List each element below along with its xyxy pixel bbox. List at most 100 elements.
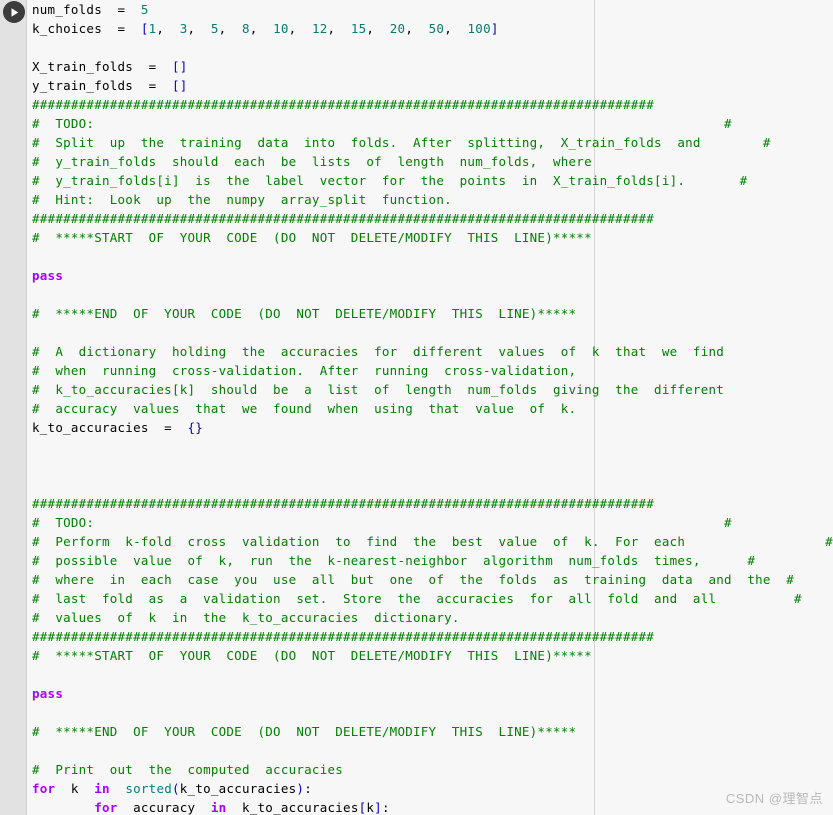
- code-line: X_train_folds = []: [32, 57, 833, 76]
- code-token: # Perform k-fold cross validation to fin…: [32, 534, 833, 549]
- code-token: ,: [444, 21, 468, 36]
- code-token: accuracy: [117, 800, 211, 815]
- code-line: [32, 323, 833, 342]
- code-token: k_to_accuracies: [179, 781, 297, 796]
- code-line: [32, 741, 833, 760]
- code-token: for: [94, 800, 118, 815]
- play-icon: [11, 7, 18, 17]
- code-line: ########################################…: [32, 209, 833, 228]
- code-line: # Hint: Look up the numpy array_split fu…: [32, 190, 833, 209]
- code-line: y_train_folds = []: [32, 76, 833, 95]
- code-token: 10: [273, 21, 289, 36]
- code-token: 5: [140, 2, 149, 17]
- code-token: # when running cross-validation. After r…: [32, 363, 577, 378]
- code-token: # accuracy values that we found when usi…: [32, 401, 577, 416]
- code-line: # TODO: #: [32, 114, 833, 133]
- code-token: [: [140, 21, 149, 36]
- code-line: ########################################…: [32, 494, 833, 513]
- code-token: # *****START OF YOUR CODE (DO NOT DELETE…: [32, 230, 592, 245]
- code-line: # y_train_folds[i] is the label vector f…: [32, 171, 833, 190]
- code-token: 8: [241, 21, 250, 36]
- code-token: for: [32, 781, 56, 796]
- code-token: # values of k in the k_to_accuracies dic…: [32, 610, 460, 625]
- cell-gutter: [0, 0, 27, 815]
- code-token: (: [172, 781, 180, 796]
- code-token: # k_to_accuracies[k] should be a list of…: [32, 382, 725, 397]
- code-token: # Hint: Look up the numpy array_split fu…: [32, 192, 452, 207]
- code-line: # *****END OF YOUR CODE (DO NOT DELETE/M…: [32, 304, 833, 323]
- code-line: # A dictionary holding the accuracies fo…: [32, 342, 833, 361]
- code-token: :: [304, 781, 312, 796]
- code-token: ,: [249, 21, 274, 36]
- code-line: # values of k in the k_to_accuracies dic…: [32, 608, 833, 627]
- code-line: k_to_accuracies = {}: [32, 418, 833, 437]
- code-line: for k in sorted(k_to_accuracies):: [32, 779, 833, 798]
- screenshot-root: num_folds = 5 k_choices = [1, 3, 5, 8, 10…: [0, 0, 833, 815]
- code-token: ########################################…: [32, 629, 655, 644]
- code-token: k_to_accuracies: [226, 800, 359, 815]
- code-token: ,: [366, 21, 390, 36]
- code-token: ,: [327, 21, 351, 36]
- code-line: # Split up the training data into folds.…: [32, 133, 833, 152]
- code-line: num_folds = 5: [32, 0, 833, 19]
- code-line: # *****START OF YOUR CODE (DO NOT DELETE…: [32, 646, 833, 665]
- code-line: [32, 703, 833, 722]
- code-token: # *****END OF YOUR CODE (DO NOT DELETE/M…: [32, 724, 577, 739]
- code-token: k: [366, 800, 375, 815]
- code-line: # *****START OF YOUR CODE (DO NOT DELETE…: [32, 228, 833, 247]
- code-token: 50: [428, 21, 445, 36]
- code-token: 12: [311, 21, 328, 36]
- code-token: in: [94, 781, 110, 796]
- code-token: # where in each case you use all but one…: [32, 572, 795, 587]
- code-token: 20: [389, 21, 406, 36]
- code-line: k_choices = [1, 3, 5, 8, 10, 12, 15, 20,…: [32, 19, 833, 38]
- code-token: # possible value of k, run the k-nearest…: [32, 553, 756, 568]
- code-token: ]: [490, 21, 499, 36]
- code-line: [32, 437, 833, 456]
- code-token: {}: [187, 420, 204, 435]
- code-token: # last fold as a validation set. Store t…: [32, 591, 802, 606]
- code-line: # when running cross-validation. After r…: [32, 361, 833, 380]
- code-token: # Split up the training data into folds.…: [32, 135, 771, 150]
- code-token: ,: [156, 21, 180, 36]
- code-line: [32, 475, 833, 494]
- code-line: # possible value of k, run the k-nearest…: [32, 551, 833, 570]
- code-line: # Perform k-fold cross validation to fin…: [32, 532, 833, 551]
- code-token: y_train_folds =: [32, 78, 172, 93]
- code-token: # y_train_folds[i] is the label vector f…: [32, 173, 748, 188]
- run-cell-button[interactable]: [3, 1, 25, 23]
- code-editor-text[interactable]: num_folds = 5 k_choices = [1, 3, 5, 8, 10…: [32, 0, 833, 815]
- code-token: ]: [374, 800, 382, 815]
- code-token: 3: [179, 21, 188, 36]
- code-line: [32, 38, 833, 57]
- code-line: # where in each case you use all but one…: [32, 570, 833, 589]
- code-line: ########################################…: [32, 95, 833, 114]
- code-line: # accuracy values that we found when usi…: [32, 399, 833, 418]
- code-token: 5: [210, 21, 219, 36]
- code-line: # Print out the computed accuracies: [32, 760, 833, 779]
- code-token: num_folds =: [32, 2, 141, 17]
- code-token: k: [55, 781, 95, 796]
- code-token: []: [171, 59, 188, 74]
- code-token: 15: [350, 21, 367, 36]
- code-token: []: [171, 78, 188, 93]
- code-cell[interactable]: num_folds = 5 k_choices = [1, 3, 5, 8, 10…: [28, 0, 833, 815]
- code-token: X_train_folds =: [32, 59, 172, 74]
- code-token: k_to_accuracies =: [32, 420, 188, 435]
- code-line: [32, 456, 833, 475]
- code-token: sorted: [125, 781, 172, 796]
- code-line: pass: [32, 684, 833, 703]
- code-token: pass: [32, 268, 64, 283]
- code-line: pass: [32, 266, 833, 285]
- code-line: for accuracy in k_to_accuracies[k]:: [32, 798, 833, 815]
- code-line: # *****END OF YOUR CODE (DO NOT DELETE/M…: [32, 722, 833, 741]
- code-token: # A dictionary holding the accuracies fo…: [32, 344, 725, 359]
